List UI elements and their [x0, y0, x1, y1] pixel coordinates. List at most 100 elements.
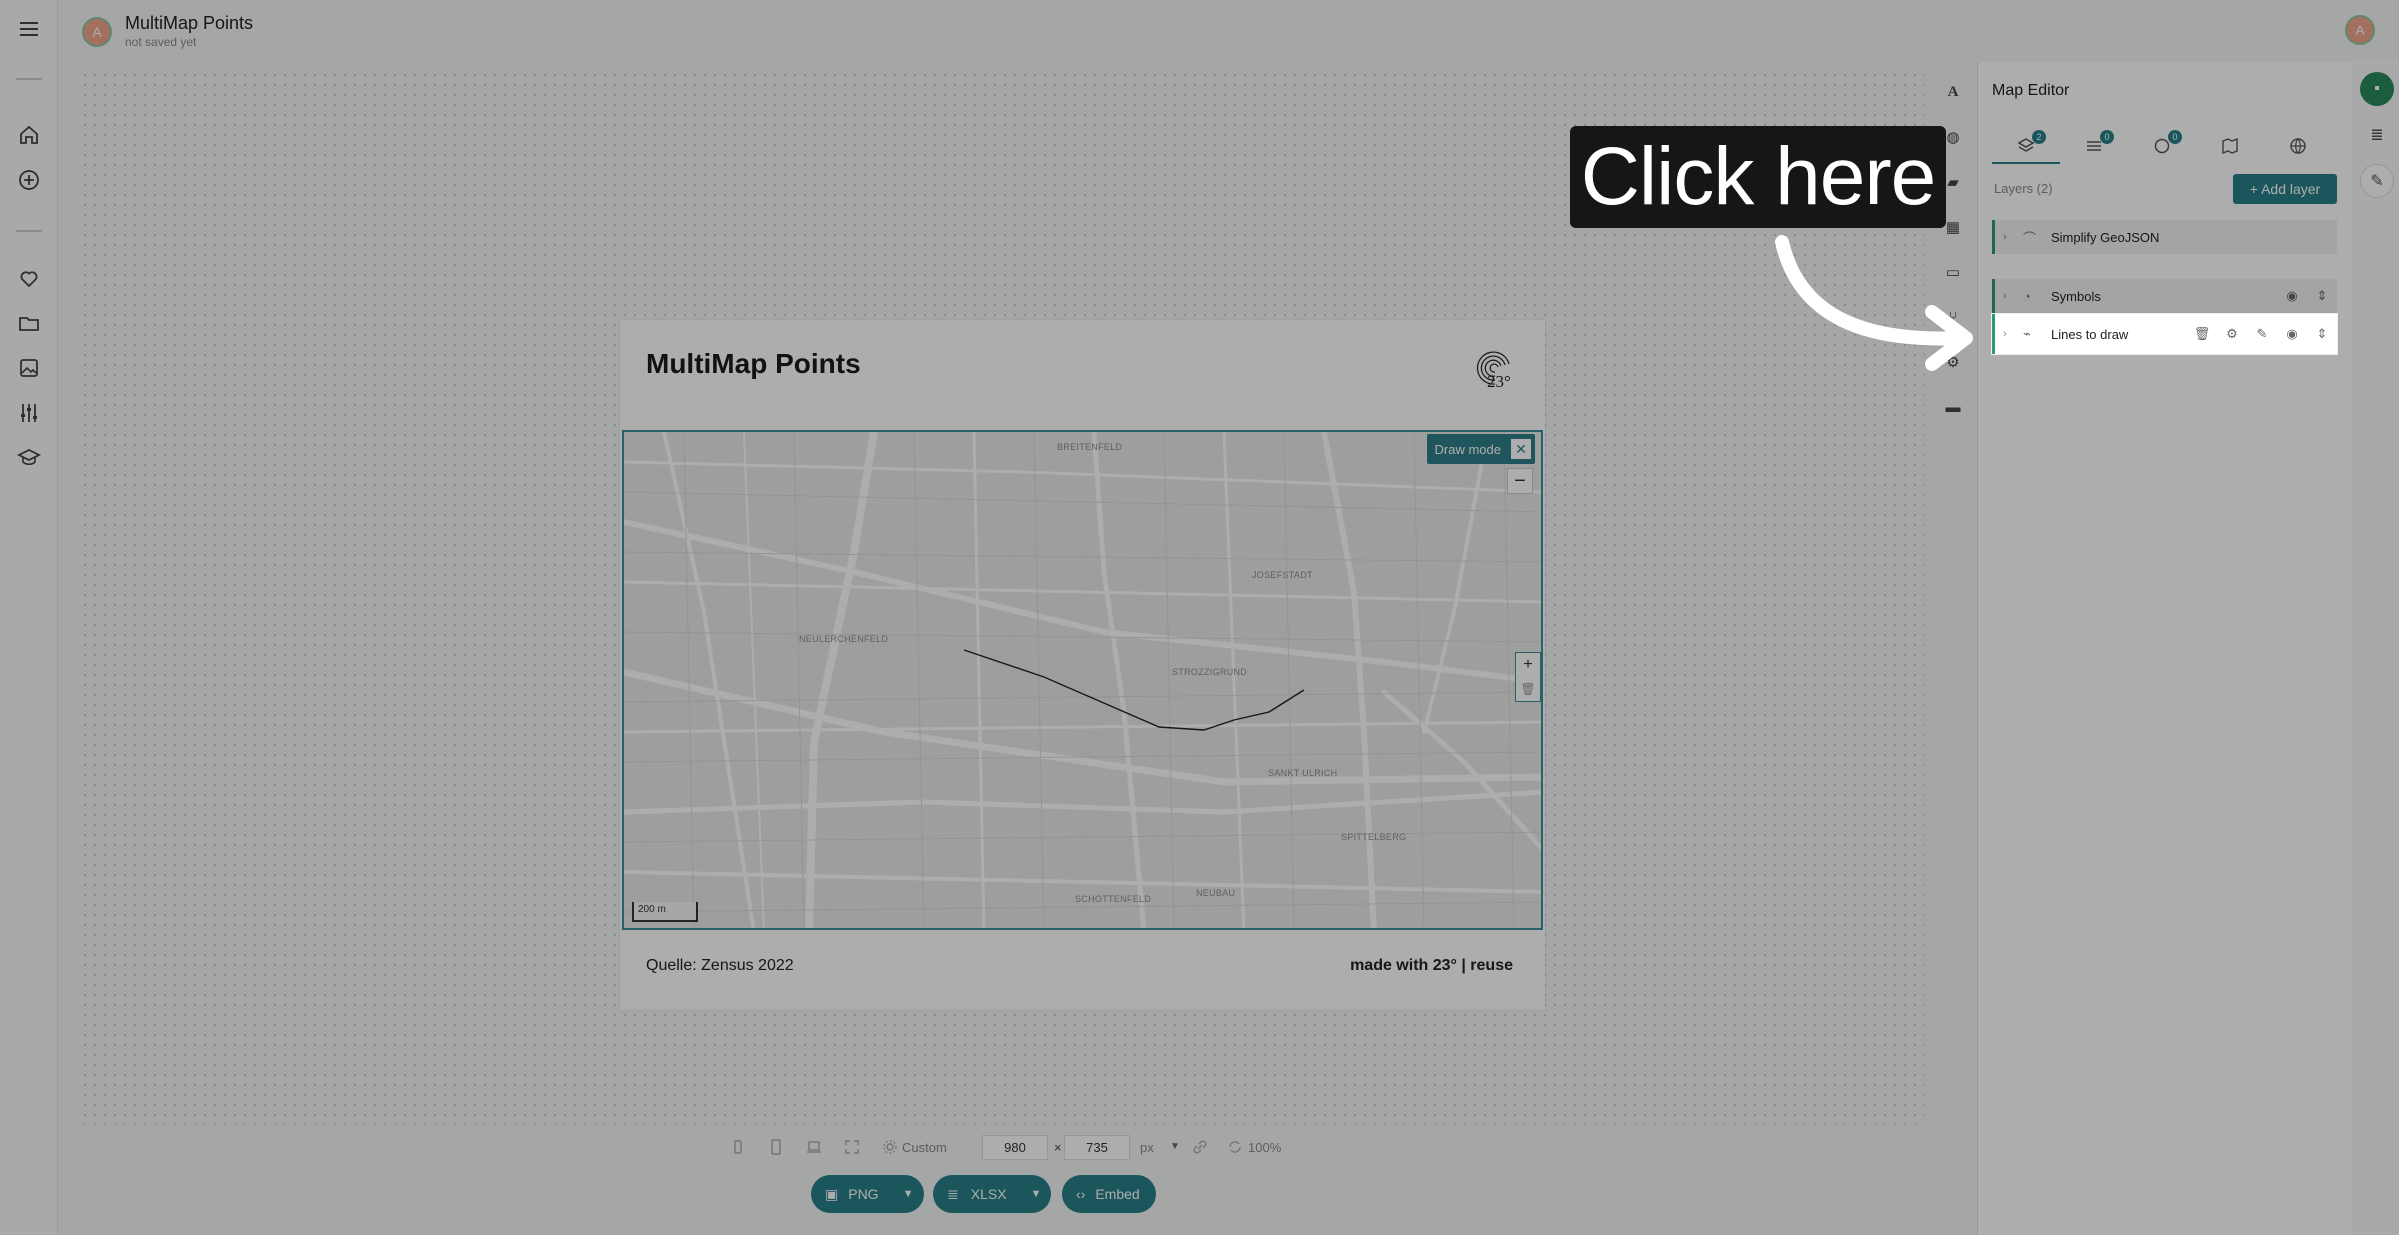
document-title[interactable]: MultiMap Points [125, 13, 253, 34]
active-tab-indicator [1992, 162, 2060, 164]
favorites-icon[interactable] [16, 265, 42, 291]
map-label: SPITTELBERG [1341, 832, 1407, 842]
map-side-tools: + 🗑 [1515, 652, 1541, 702]
map-editor-panel: Map Editor 2 0 0 Layers (2) + Add layer … [1977, 62, 2352, 1235]
simplify-icon: ⌒ [2023, 230, 2037, 246]
eye-icon[interactable]: ◉ [2277, 288, 2307, 304]
eye-icon[interactable]: ◉ [2277, 326, 2307, 342]
attribution[interactable]: made with 23° | reuse [1350, 957, 1513, 975]
home-icon[interactable] [16, 122, 42, 148]
map-view[interactable]: BREITENFELD JOSEFSTADT NEULERCHENFELD ST… [622, 430, 1543, 930]
chevron-right-icon[interactable]: › [2003, 328, 2017, 340]
embed-button[interactable]: ‹› Embed [1062, 1175, 1156, 1213]
zoom-in-button[interactable]: + [1516, 653, 1540, 677]
tab-badge: 2 [2032, 130, 2046, 144]
source-note: Quelle: Zensus 2022 [646, 957, 794, 974]
map-label: NEULERCHENFELD [799, 634, 889, 644]
scale-bar: 200 m [632, 902, 698, 922]
panel-title: Map Editor [1992, 82, 2070, 99]
close-icon[interactable]: ✕ [1511, 439, 1531, 459]
mobile-icon[interactable] [768, 1139, 784, 1155]
editor-canvas: MultiMap Points 23° BREITENFELD JOSEFSTA… [80, 70, 1925, 1160]
chevron-down-icon[interactable]: ▼ [1031, 1188, 1042, 1200]
map-label: JOSEFSTADT [1252, 570, 1313, 580]
layer-name: Simplify GeoJSON [2051, 229, 2160, 245]
export-png-label: PNG [848, 1186, 879, 1202]
left-navigation-rail [0, 0, 58, 1235]
chevron-right-icon[interactable]: › [2003, 231, 2017, 243]
layer-row[interactable]: › ⌒ Simplify GeoJSON [1992, 220, 2337, 254]
height-input[interactable]: 735 [1064, 1135, 1130, 1160]
layer-row-highlighted[interactable]: › ⌁ Lines to draw 🗑 ⚙ ✎ ◉ ⇕ [1992, 314, 2337, 354]
map-card: MultiMap Points 23° BREITENFELD JOSEFSTA… [620, 320, 1545, 1010]
settings-icon[interactable] [882, 1139, 898, 1155]
reorder-icon[interactable]: ⇕ [2307, 288, 2337, 304]
gear-icon[interactable]: ⚙ [2217, 326, 2247, 342]
layer-row[interactable]: › ◔ Symbols ◉ ⇕ [1992, 279, 2337, 313]
project-avatar: A [82, 17, 112, 47]
sliders-icon[interactable] [16, 400, 42, 426]
export-png-button[interactable]: ▣ PNG ▼ [811, 1175, 924, 1213]
size-preset[interactable]: Custom [902, 1140, 947, 1155]
layer-name: Lines to draw [2051, 326, 2129, 342]
line-layer-icon: ⌁ [2023, 326, 2031, 341]
layer-name: Symbols [2051, 288, 2101, 304]
pencil-icon[interactable]: ✎ [2360, 164, 2394, 198]
laptop-icon[interactable] [806, 1139, 822, 1155]
database-icon: ≣ [947, 1185, 959, 1202]
globe-icon[interactable]: ◍ [1944, 128, 1962, 146]
zoom-out-button[interactable]: − [1507, 468, 1533, 494]
zoom-level[interactable]: 100% [1248, 1140, 1281, 1155]
fullscreen-icon[interactable] [844, 1139, 860, 1155]
learn-icon[interactable] [16, 445, 42, 471]
tab-filters[interactable]: 0 [2060, 126, 2128, 166]
times-sign: × [1054, 1140, 1062, 1155]
link-icon[interactable] [1192, 1139, 1208, 1155]
globe-icon [2290, 138, 2306, 154]
database-icon[interactable]: ≣ [2360, 118, 2394, 152]
brand-logo: 23° [1465, 344, 1521, 394]
chevron-right-icon[interactable]: › [2003, 290, 2017, 302]
map-label: NEUBAU [1196, 888, 1236, 898]
add-layer-button[interactable]: + Add layer [2233, 174, 2337, 204]
basemap-icon [2222, 137, 2238, 155]
chevron-down-icon[interactable]: ▼ [1170, 1141, 1186, 1157]
pencil-icon[interactable]: ✎ [2247, 326, 2277, 342]
unit-select[interactable]: px [1140, 1140, 1154, 1155]
draw-mode-badge: Draw mode ✕ [1426, 434, 1535, 464]
text-icon[interactable]: A [1944, 83, 1962, 101]
comment-icon[interactable]: ▰ [1944, 173, 1962, 191]
rail-divider [16, 78, 42, 80]
menu-icon[interactable] [16, 16, 42, 42]
rail-divider [16, 230, 42, 232]
trash-icon[interactable]: 🗑 [1516, 677, 1540, 701]
tab-layers[interactable]: 2 [1992, 126, 2060, 166]
add-icon[interactable] [16, 167, 42, 193]
map-title[interactable]: MultiMap Points [646, 348, 861, 380]
mobile-narrow-icon[interactable] [730, 1139, 746, 1155]
reorder-icon[interactable]: ⇕ [2307, 326, 2337, 342]
trash-icon[interactable]: 🗑 [2187, 326, 2217, 342]
map-label: STROZZIGRUND [1172, 667, 1248, 677]
tab-basemap[interactable] [2196, 126, 2264, 166]
tab-styles[interactable]: 0 [2128, 126, 2196, 166]
map-label: SCHOTTENFELD [1075, 894, 1152, 904]
width-input[interactable]: 980 [982, 1135, 1048, 1160]
logo-text: 23° [1487, 372, 1511, 391]
tab-projection[interactable] [2264, 126, 2332, 166]
embed-label: Embed [1095, 1186, 1140, 1202]
paint-roller-icon[interactable]: ▬ [1944, 398, 1962, 416]
chevron-down-icon[interactable]: ▼ [903, 1188, 914, 1200]
save-icon[interactable]: ▪ [2360, 72, 2394, 106]
folder-icon[interactable] [16, 310, 42, 336]
user-avatar[interactable]: A [2345, 15, 2375, 45]
export-xlsx-button[interactable]: ≣ XLSX ▼ [933, 1175, 1051, 1213]
zoom-fit-icon[interactable] [1227, 1139, 1243, 1155]
layers-count: Layers (2) [1994, 181, 2053, 196]
save-status: not saved yet [125, 35, 197, 49]
tab-badge: 0 [2100, 130, 2114, 144]
image-icon[interactable] [16, 355, 42, 381]
tutorial-callout: Click here [1570, 126, 1946, 228]
drawn-line [963, 649, 1305, 731]
export-xlsx-label: XLSX [970, 1186, 1007, 1202]
